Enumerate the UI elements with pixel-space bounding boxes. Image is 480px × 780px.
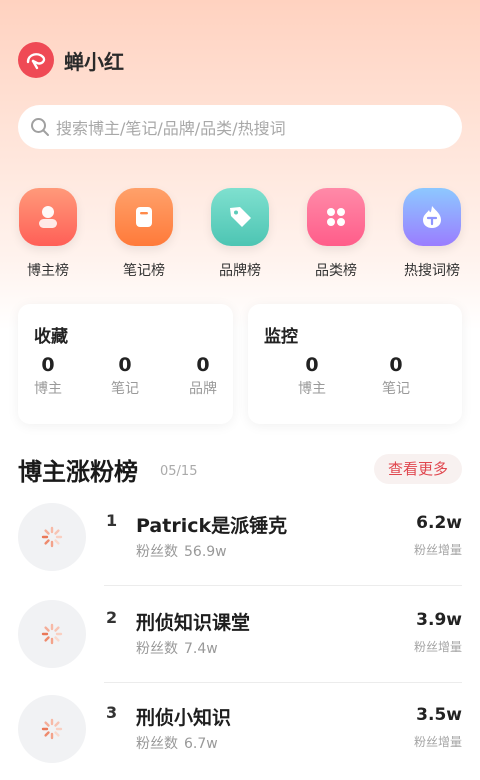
blogger-name: 刑侦知识课堂 [136,612,251,634]
favorites-blogger-stat[interactable]: 0 博主 [18,354,78,398]
favorites-title: 收藏 [34,327,68,347]
fans-label: 粉丝数 [136,641,178,657]
category-label: 品类榜 [315,263,357,279]
ranking-row[interactable]: 1 Patrick是派锤克 粉丝数 56.9w 6.2w 粉丝增量 [18,503,462,597]
grid-icon [307,188,365,246]
category-nav: 博主榜 笔记榜 品牌榜 品类榜 热搜词榜 [0,188,480,280]
stat-label: 笔记 [111,381,139,397]
fans-count: 粉丝数 56.9w [136,541,227,561]
fans-gain-value: 3.9w [416,610,462,630]
stat-label: 笔记 [382,381,410,397]
avatar [18,503,86,571]
stat-value: 0 [41,354,55,376]
loading-spinner-icon [41,526,63,548]
category-hot-search-rank[interactable]: 热搜词榜 [392,188,472,280]
monitor-note-stat[interactable]: 0 笔记 [366,354,426,398]
tag-icon [211,188,269,246]
category-label: 博主榜 [27,263,69,279]
blogger-name: 刑侦小知识 [136,707,232,729]
ranking-header: 博主涨粉榜 05/15 查看更多 [18,452,462,486]
fans-gain-label: 粉丝增量 [413,640,462,654]
stat-value: 0 [389,354,403,376]
fans-value: 56.9w [184,544,227,560]
rank-number: 1 [106,511,118,530]
category-brand-rank[interactable]: 品牌榜 [200,188,280,280]
fans-value: 6.7w [184,736,218,752]
divider [104,682,462,683]
favorites-note-stat[interactable]: 0 笔记 [95,354,155,398]
ranking-title: 博主涨粉榜 [18,458,138,486]
category-blogger-rank[interactable]: 博主榜 [8,188,88,280]
stat-label: 博主 [298,381,326,397]
person-icon [19,188,77,246]
divider [104,585,462,586]
app-header: 蝉小红 [18,42,124,78]
fans-gain-label: 粉丝增量 [413,735,462,749]
fans-label: 粉丝数 [136,736,178,752]
note-icon [115,188,173,246]
search-icon [31,118,49,136]
fans-count: 粉丝数 6.7w [136,733,218,753]
stat-label: 博主 [34,381,62,397]
fans-label: 粉丝数 [136,544,178,560]
favorites-card[interactable]: 收藏 0 博主 0 笔记 0 品牌 [18,304,233,424]
category-label: 品牌榜 [219,263,261,279]
avatar [18,600,86,668]
monitor-title: 监控 [264,327,298,347]
stat-value: 0 [305,354,319,376]
fans-gain-value: 3.5w [416,705,462,725]
app-title: 蝉小红 [64,49,124,74]
view-more-button[interactable]: 查看更多 [373,454,462,484]
category-label: 笔记榜 [123,263,165,279]
fans-gain-value: 6.2w [416,513,462,533]
category-note-rank[interactable]: 笔记榜 [104,188,184,280]
category-label: 热搜词榜 [404,263,460,279]
fire-icon [403,188,461,246]
loading-spinner-icon [41,718,63,740]
loading-spinner-icon [41,623,63,645]
rank-number: 3 [106,703,118,722]
stat-value: 0 [196,354,210,376]
rank-number: 2 [106,608,118,627]
fans-value: 7.4w [184,641,218,657]
monitor-blogger-stat[interactable]: 0 博主 [282,354,342,398]
search-input[interactable]: 搜索博主/笔记/品牌/品类/热搜词 [18,105,462,149]
category-category-rank[interactable]: 品类榜 [296,188,376,280]
stat-value: 0 [118,354,132,376]
fans-gain-label: 粉丝增量 [413,543,462,557]
stat-label: 品牌 [189,381,217,397]
search-placeholder: 搜索博主/笔记/品牌/品类/热搜词 [56,119,286,138]
app-logo-icon [18,42,54,78]
ranking-date: 05/15 [160,464,198,479]
avatar [18,695,86,763]
fans-count: 粉丝数 7.4w [136,638,218,658]
blogger-name: Patrick是派锤克 [136,515,288,537]
ranking-row[interactable]: 3 刑侦小知识 粉丝数 6.7w 3.5w 粉丝增量 [18,695,462,780]
favorites-brand-stat[interactable]: 0 品牌 [173,354,233,398]
ranking-row[interactable]: 2 刑侦知识课堂 粉丝数 7.4w 3.9w 粉丝增量 [18,600,462,694]
monitor-card[interactable]: 监控 0 博主 0 笔记 [248,304,462,424]
